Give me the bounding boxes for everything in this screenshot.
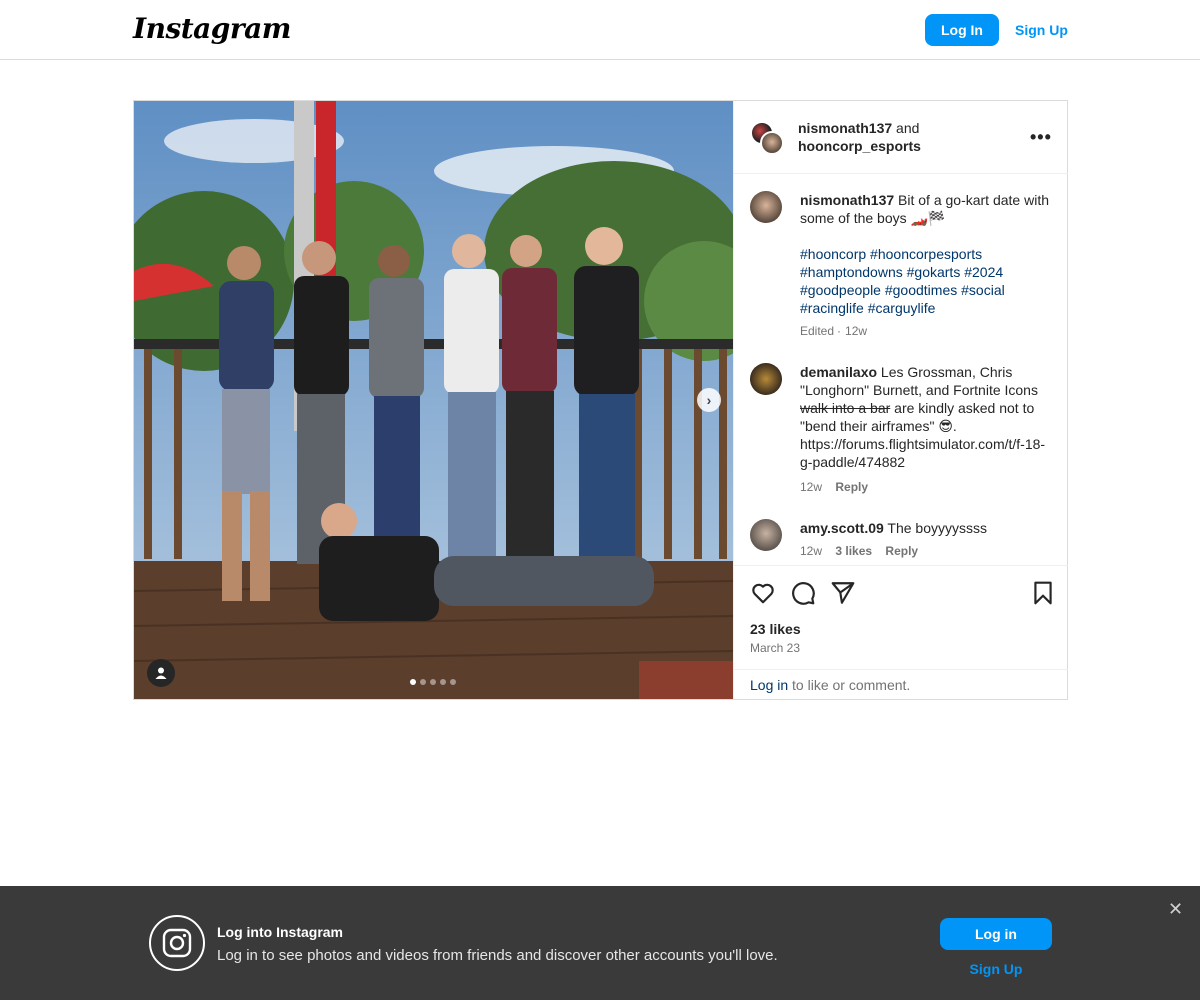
avatar xyxy=(760,131,784,155)
signup-link[interactable]: Sign Up xyxy=(1008,14,1075,46)
comment-icon[interactable] xyxy=(790,580,816,606)
author-username[interactable]: hooncorp_esports xyxy=(798,138,921,154)
comment-likes[interactable]: 3 likes xyxy=(835,544,872,558)
top-nav-bar: Instagram Log In Sign Up xyxy=(0,0,1200,60)
banner-login-button[interactable]: Log in xyxy=(940,918,1052,950)
post-authors: nismonath137 and hooncorp_esports xyxy=(798,119,921,155)
avatar[interactable] xyxy=(750,519,782,551)
carousel-dot xyxy=(440,679,446,685)
comments-list[interactable]: nismonath137 Bit of a go-kart date with … xyxy=(734,175,1068,565)
reply-button[interactable]: Reply xyxy=(835,480,868,494)
post-card: › nismonath137 and hooncorp_esports ••• … xyxy=(133,100,1068,700)
caption-hashtags[interactable]: #hooncorp #hooncorpesports #hamptondowns… xyxy=(800,245,1056,317)
comment-age: 12w xyxy=(800,544,823,558)
comment-username[interactable]: amy.scott.09 xyxy=(800,520,884,536)
carousel-dot xyxy=(420,679,426,685)
edited-label: Edited xyxy=(800,324,835,338)
login-link[interactable]: Log in xyxy=(750,677,788,693)
instagram-logo[interactable]: Instagram xyxy=(133,12,291,45)
more-options-icon[interactable]: ••• xyxy=(1030,127,1052,148)
banner-signup-link[interactable]: Sign Up xyxy=(940,961,1052,977)
post-sidebar: nismonath137 and hooncorp_esports ••• ni… xyxy=(733,101,1068,699)
login-banner: Log into Instagram Log in to see photos … xyxy=(0,886,1200,1000)
user-tag-button[interactable] xyxy=(147,659,175,687)
comment-meta: 12w Reply xyxy=(800,479,1056,495)
camera-glyph xyxy=(162,928,192,958)
banner-subtitle: Log in to see photos and videos from fri… xyxy=(217,947,778,964)
post-date[interactable]: March 23 xyxy=(750,641,800,655)
caption-meta: Edited · 12w xyxy=(800,323,1056,339)
post-photo xyxy=(134,101,733,699)
comment-username[interactable]: demanilaxo xyxy=(800,364,877,380)
carousel-dot xyxy=(450,679,456,685)
comment-meta: 12w 3 likes Reply xyxy=(800,543,1056,559)
carousel-dots xyxy=(410,679,456,685)
login-to-comment: Log in to like or comment. xyxy=(734,669,1068,699)
meta-separator: · xyxy=(837,324,842,338)
carousel-dot xyxy=(430,679,436,685)
login-button[interactable]: Log In xyxy=(925,14,999,46)
post-image[interactable]: › xyxy=(134,101,733,699)
comment-body: demanilaxo Les Grossman, Chris "Longhorn… xyxy=(800,363,1056,495)
caption-body: nismonath137 Bit of a go-kart date with … xyxy=(800,191,1056,339)
reply-button[interactable]: Reply xyxy=(885,544,918,558)
chevron-right-icon: › xyxy=(706,392,712,408)
carousel-dot xyxy=(410,679,416,685)
caption-username[interactable]: nismonath137 xyxy=(800,192,894,208)
comment-age: 12w xyxy=(800,480,823,494)
carousel-next-button[interactable]: › xyxy=(697,388,721,412)
author-username[interactable]: nismonath137 xyxy=(798,120,892,136)
comment-struck-text: walk into a bar xyxy=(800,400,891,416)
author-connector: and xyxy=(896,120,920,136)
bookmark-icon[interactable] xyxy=(1030,580,1056,606)
caption-age: 12w xyxy=(845,324,868,338)
heart-icon[interactable] xyxy=(750,580,776,606)
close-icon[interactable]: ✕ xyxy=(1168,900,1183,918)
post-header: nismonath137 and hooncorp_esports ••• xyxy=(734,101,1068,174)
instagram-logo-icon xyxy=(149,915,205,971)
collab-avatars[interactable] xyxy=(750,121,784,155)
user-tag-icon xyxy=(155,667,167,679)
avatar[interactable] xyxy=(750,363,782,395)
post-actions: 23 likes March 23 xyxy=(734,565,1068,669)
comment-body: amy.scott.09 The boyyyyssss 12w 3 likes … xyxy=(800,519,1056,559)
comment-text: The boyyyyssss xyxy=(887,520,988,536)
banner-title: Log into Instagram xyxy=(217,924,343,940)
login-prompt-text: to like or comment. xyxy=(792,677,911,693)
like-count[interactable]: 23 likes xyxy=(750,621,801,637)
avatar[interactable] xyxy=(750,191,782,223)
send-icon[interactable] xyxy=(830,580,856,606)
